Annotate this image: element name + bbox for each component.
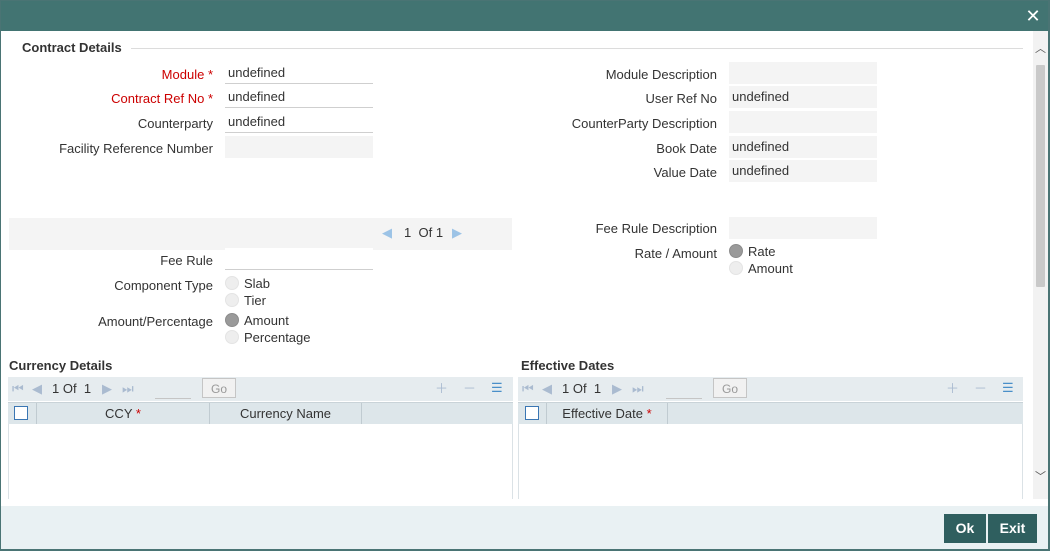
counterparty-label: Counterparty [137,116,213,131]
rate-amount-label: Rate / Amount [634,246,717,261]
radio-label-rate: Rate [748,244,776,259]
contract-ref-field[interactable]: undefined [225,86,373,108]
radio-slab[interactable] [225,276,239,290]
previous-page-icon[interactable]: ◀ [542,381,552,397]
fee-rule-description-field[interactable] [729,217,877,239]
module-field[interactable]: undefined [225,62,373,84]
effective-dates-page-input[interactable] [666,380,702,399]
select-all-checkbox[interactable] [525,406,539,420]
select-all-checkbox[interactable] [14,406,28,420]
contract-ref-label: Contract Ref No * [111,91,213,106]
dialog-footer: Ok Exit [1,506,1048,549]
scroll-up-icon[interactable]: ︿ [1033,41,1048,57]
radio-rate-amount[interactable] [729,261,743,275]
radio-label-rate-amount: Amount [748,261,793,276]
radio-tier[interactable] [225,293,239,307]
component-type-label: Component Type [114,278,213,293]
module-label: Module * [161,67,213,82]
column-header-effective-date[interactable]: Effective Date * [547,406,667,421]
radio-label-tier: Tier [244,293,266,308]
radio-label-percentage: Percentage [244,330,311,345]
list-view-icon[interactable]: ☰ [491,380,503,396]
first-page-icon[interactable]: ⏮ [12,381,24,397]
fee-rule-label: Fee Rule [160,253,213,268]
scroll-down-icon[interactable]: ﹀ [1033,469,1048,485]
next-page-icon[interactable]: ▶ [612,381,622,397]
book-date-label: Book Date [656,141,717,156]
radio-percentage[interactable] [225,330,239,344]
radio-rate[interactable] [729,244,743,258]
ok-button[interactable]: Ok [944,514,986,543]
delete-row-icon[interactable]: － [974,381,987,397]
radio-label-slab: Slab [244,276,271,291]
scrollbar-thumb[interactable] [1036,65,1045,287]
counterparty-description-label: CounterParty Description [571,116,717,131]
column-header-ccy[interactable]: CCY * [37,406,209,421]
currency-page-input[interactable] [155,380,191,399]
next-page-icon[interactable]: ▶ [102,381,112,397]
counterparty-description-field[interactable] [729,111,877,133]
fee-pager-status: 1 Of 1 [404,225,444,240]
section-divider [131,48,1023,49]
effective-dates-go-button[interactable]: Go [713,378,747,398]
fee-rule-description-label: Fee Rule Description [595,221,717,236]
module-description-label: Module Description [605,67,717,82]
user-ref-label: User Ref No [645,91,717,106]
section-title-currency-details: Currency Details [9,358,113,373]
last-page-icon[interactable]: ⏭ [122,381,134,397]
section-title-contract-details: Contract Details [22,40,122,55]
facility-ref-label: Facility Reference Number [59,141,213,156]
module-description-field[interactable] [729,62,877,84]
fee-rule-field[interactable] [225,248,373,270]
close-icon[interactable]: ✕ [1024,7,1042,25]
column-header-currency-name[interactable]: Currency Name [210,406,361,421]
column-divider [361,403,362,424]
dialog-content: Contract Details Module * undefined Cont… [1,31,1033,499]
dialog-window: ✕ Contract Details Module * undefined Co… [1,1,1048,549]
user-ref-field[interactable]: undefined [729,86,877,108]
effective-dates-page-status: 1 Of 1 [562,381,602,396]
currency-page-status: 1 Of 1 [52,381,92,396]
list-view-icon[interactable]: ☰ [1002,380,1014,396]
radio-amount[interactable] [225,313,239,327]
exit-button[interactable]: Exit [988,514,1037,543]
column-divider [667,403,668,424]
add-row-icon[interactable]: ＋ [435,381,448,397]
previous-record-icon[interactable]: ◀ [382,225,392,241]
amount-percentage-label: Amount/Percentage [98,314,213,329]
section-title-effective-dates: Effective Dates [521,358,615,373]
first-page-icon[interactable]: ⏮ [522,381,534,397]
currency-go-button[interactable]: Go [202,378,236,398]
counterparty-field[interactable]: undefined [225,111,373,133]
vertical-scrollbar[interactable]: ︿ ﹀ [1033,31,1048,499]
value-date-label: Value Date [653,165,717,180]
effective-dates-grid-body [518,424,1023,499]
title-bar: ✕ [1,1,1048,31]
last-page-icon[interactable]: ⏭ [632,381,644,397]
add-row-icon[interactable]: ＋ [946,381,959,397]
delete-row-icon[interactable]: － [463,381,476,397]
value-date-field[interactable]: undefined [729,160,877,182]
next-record-icon[interactable]: ▶ [452,225,462,241]
facility-ref-field[interactable] [225,136,373,158]
currency-grid-body [8,424,513,499]
previous-page-icon[interactable]: ◀ [32,381,42,397]
book-date-field[interactable]: undefined [729,136,877,158]
radio-label-amount: Amount [244,313,289,328]
